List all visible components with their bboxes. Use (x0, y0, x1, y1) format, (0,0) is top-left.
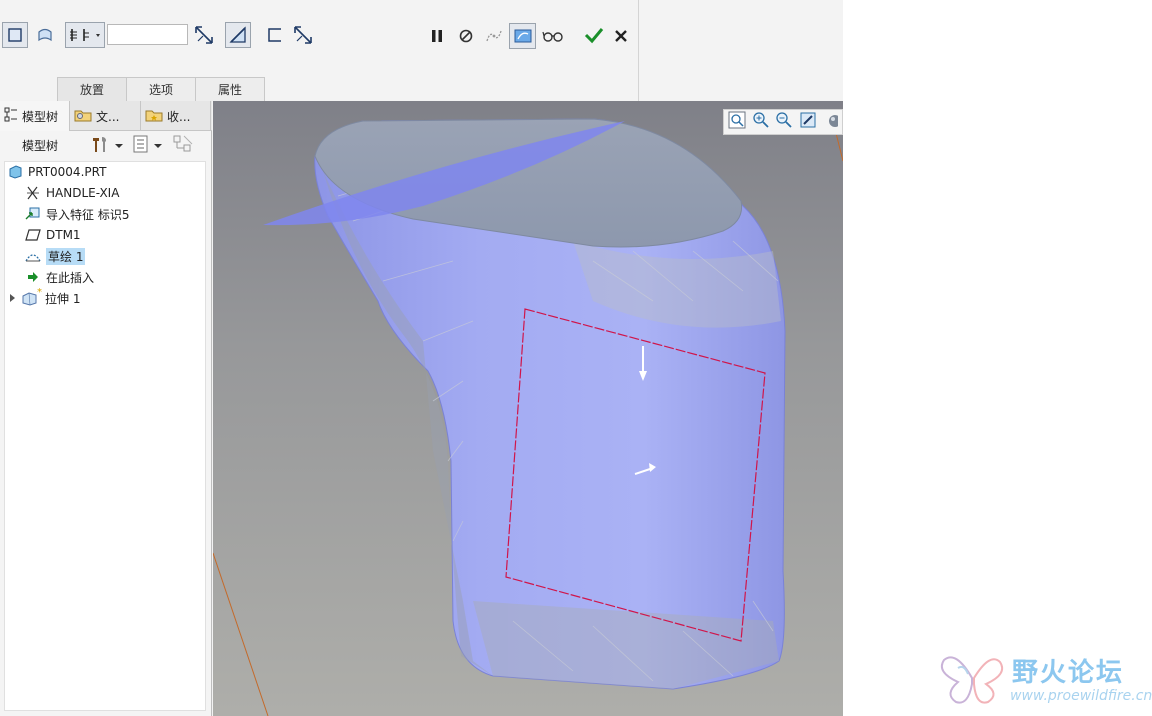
model-tree-toolbar: 模型树 (0, 132, 212, 159)
folder-browser-icon (74, 107, 92, 126)
depth-options-dropdown[interactable] (65, 22, 105, 48)
solid-extrude-button[interactable] (2, 22, 28, 48)
surface-extrude-button[interactable] (32, 22, 58, 48)
verify-icon (484, 27, 504, 45)
tree-item-insert-here[interactable]: 在此插入 (25, 267, 94, 287)
no-preview-button[interactable] (455, 24, 477, 48)
tree-item-label: 导入特征 标识5 (46, 207, 130, 222)
tab-favorites-label: 收... (167, 109, 191, 124)
remove-material-button[interactable] (225, 22, 251, 48)
verify-button[interactable] (482, 24, 506, 48)
preview-button[interactable] (509, 23, 536, 49)
view-toolbar (723, 109, 843, 135)
dashboard-tabs: 放置 选项 属性 (57, 77, 265, 101)
remove-material-icon (228, 25, 248, 45)
tab-folder-browser[interactable]: 文... (70, 101, 141, 131)
favorites-icon (145, 107, 163, 126)
pause-button[interactable] (426, 24, 448, 48)
model-tree-icon (4, 107, 18, 126)
flip-thicken-button[interactable] (290, 22, 316, 48)
ribbon-divider (638, 0, 639, 101)
tab-options[interactable]: 选项 (126, 77, 196, 101)
import-feature-icon (25, 206, 41, 222)
navigator-tabs: 模型树 文... 收... (0, 101, 212, 131)
tab-properties[interactable]: 属性 (195, 77, 265, 101)
butterfly-logo-icon (940, 656, 1004, 704)
glasses-button[interactable] (540, 24, 566, 48)
flip-depth-button[interactable] (191, 22, 217, 48)
watermark: 野火论坛 www.proewildfire.cn (938, 648, 1152, 716)
tab-model-tree-label: 模型树 (22, 109, 59, 124)
model-render (213, 118, 843, 716)
thicken-sketch-icon (266, 26, 284, 44)
close-icon (614, 29, 628, 43)
glasses-icon (542, 28, 564, 44)
tree-item-label: DTM1 (46, 228, 81, 242)
csys-icon (25, 185, 41, 201)
checkmark-icon (584, 26, 604, 44)
surface-extrude-icon (36, 27, 54, 43)
thicken-sketch-button[interactable] (262, 22, 288, 48)
depth-value-input[interactable] (107, 24, 188, 45)
zoom-in-icon (752, 111, 770, 133)
settings-dropdown[interactable] (90, 134, 124, 157)
flip-depth-icon (193, 24, 215, 46)
tab-favorites[interactable]: 收... (141, 101, 211, 131)
repaint-icon (799, 111, 817, 133)
part-icon (7, 164, 23, 180)
watermark-url: www.proewildfire.cn (1010, 688, 1152, 704)
tree-item-label: HANDLE-XIA (46, 186, 120, 200)
zoom-out-button[interactable] (775, 112, 795, 132)
csys-axis-line (213, 552, 269, 716)
ok-button[interactable] (581, 22, 607, 48)
tree-item-datum-plane[interactable]: DTM1 (25, 225, 81, 245)
solid-extrude-icon (7, 27, 23, 43)
tree-item-import-feature[interactable]: 导入特征 标识5 (25, 204, 129, 224)
tree-item-csys[interactable]: HANDLE-XIA (25, 183, 119, 203)
tree-item-part[interactable]: PRT0004.PRT (7, 162, 106, 182)
graphics-window[interactable] (213, 101, 843, 716)
tree-item-label: PRT0004.PRT (28, 165, 107, 179)
modified-star-icon: * (37, 287, 42, 298)
tree-item-sketch[interactable]: 草绘 1 (25, 246, 86, 266)
tree-filter-button[interactable] (172, 134, 194, 157)
sketch-icon (25, 248, 41, 264)
tree-item-extrude[interactable]: * 拉伸 1 (9, 288, 80, 308)
tab-model-tree[interactable]: 模型树 (0, 101, 70, 131)
show-list-icon (133, 135, 149, 156)
cancel-button[interactable] (609, 24, 633, 48)
flip-thicken-icon (292, 24, 314, 46)
zoom-in-button[interactable] (751, 112, 771, 132)
expand-arrow-icon[interactable] (9, 293, 21, 303)
depth-options-icon (67, 26, 103, 44)
show-dropdown[interactable] (133, 135, 163, 156)
display-style-icon (826, 111, 842, 133)
tree-filter-icon (172, 135, 194, 157)
display-style-button[interactable] (822, 112, 842, 132)
tree-item-label: 拉伸 1 (45, 291, 81, 306)
extrude-icon (21, 290, 37, 306)
navigator-panel: 模型树 文... 收... 模型树 PRT0004.PRT HANDLE-XIA… (0, 101, 212, 716)
preview-icon (513, 27, 533, 45)
refit-icon (728, 111, 746, 133)
model-tree: PRT0004.PRT HANDLE-XIA 导入特征 标识5 DTM1 草绘 … (4, 161, 206, 711)
tab-placement[interactable]: 放置 (57, 77, 127, 101)
repaint-button[interactable] (798, 112, 818, 132)
watermark-title: 野火论坛 (1012, 658, 1125, 688)
creo-window: 放置 选项 属性 模型树 文... 收... 模型树 PRT0004.PRT H… (0, 0, 843, 716)
tab-folder-browser-label: 文... (96, 109, 120, 124)
pause-icon (430, 28, 444, 44)
tree-item-label: 在此插入 (46, 270, 95, 285)
extrude-dashboard: 放置 选项 属性 (0, 0, 843, 101)
refit-button[interactable] (727, 111, 747, 133)
no-preview-icon (458, 28, 474, 44)
tools-icon (90, 134, 112, 157)
datum-plane-icon (25, 227, 41, 243)
insert-here-icon (25, 269, 41, 285)
zoom-out-icon (775, 111, 793, 133)
tree-item-label: 草绘 1 (46, 247, 86, 265)
model-tree-title: 模型树 (22, 139, 59, 153)
